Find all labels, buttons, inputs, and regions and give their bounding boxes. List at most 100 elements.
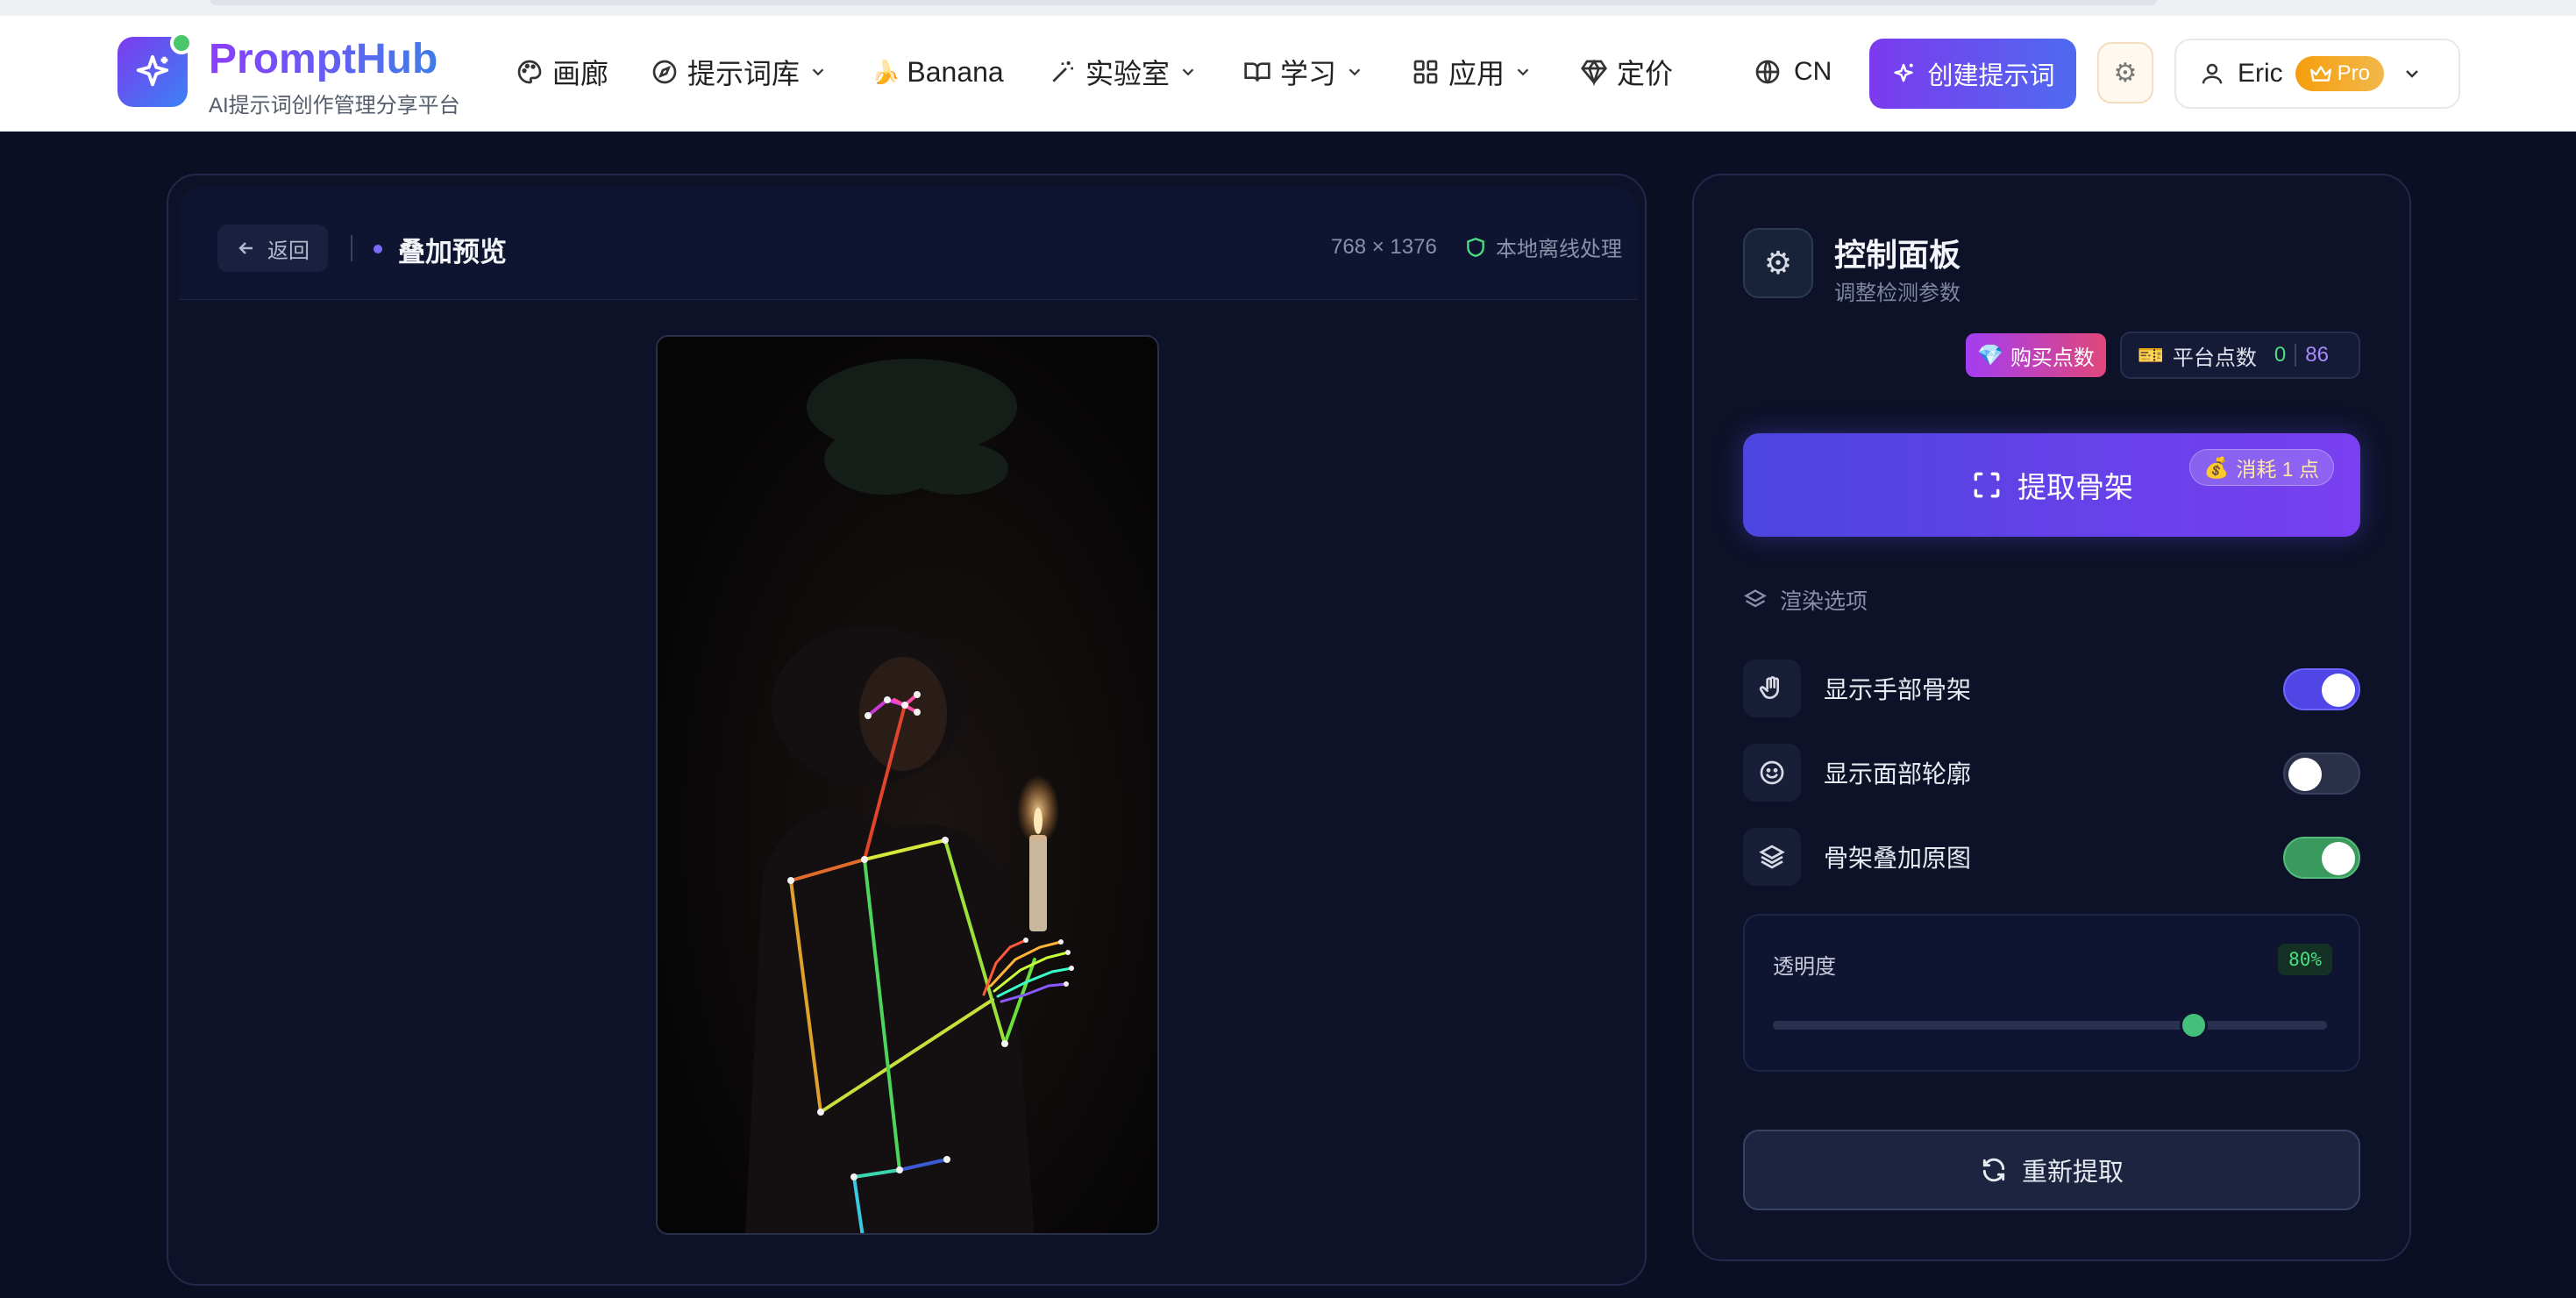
diamond-icon — [1581, 59, 1607, 86]
sparkle-icon — [1894, 63, 1914, 82]
globe-icon — [1755, 60, 1780, 84]
chevron-down-icon — [1348, 68, 1361, 76]
back-label: 返回 — [267, 239, 310, 263]
opacity-value: 80% — [2278, 944, 2332, 975]
compass-icon — [652, 60, 677, 84]
money-bag-icon: 💰 — [2203, 455, 2230, 479]
pro-label: Pro — [2337, 61, 2371, 85]
grid-icon — [1413, 60, 1438, 84]
opacity-slider-fill — [1773, 1021, 2195, 1030]
credits-value: 0 — [2274, 343, 2287, 367]
create-prompt-button[interactable]: 创建提示词 — [1869, 39, 2076, 109]
control-panel-title: 控制面板 — [1834, 237, 1961, 273]
re-extract-button[interactable]: 重新提取 — [1743, 1130, 2360, 1210]
hand-skeleton-toggle[interactable] — [2283, 668, 2360, 710]
preview-title: 叠加预览 — [398, 237, 507, 267]
nav-label: 画廊 — [552, 58, 609, 89]
magic-wand-icon — [1052, 61, 1073, 82]
opacity-slider[interactable] — [1773, 1011, 2327, 1039]
offline-badge: 本地离线处理 — [1464, 232, 1622, 262]
chevron-down-icon — [1517, 68, 1529, 76]
user-icon — [2202, 63, 2223, 84]
nav-item-banana[interactable]: 🍌 Banana — [872, 51, 1004, 93]
candle-flame-core — [1034, 808, 1042, 834]
user-menu[interactable]: Eric Pro — [2174, 39, 2460, 109]
credits-label: 平台点数 — [2172, 346, 2257, 370]
banana-icon: 🍌 — [872, 58, 900, 85]
browser-top-strip — [0, 0, 2576, 16]
nav-label: 应用 — [1448, 58, 1505, 89]
control-panel-subtitle: 调整检测参数 — [1834, 282, 1960, 305]
opacity-label: 透明度 — [1773, 955, 1836, 979]
option-hand-skeleton: 显示手部骨架 — [1743, 658, 2360, 719]
overlay-original-toggle[interactable] — [2283, 837, 2360, 879]
mistletoe — [807, 359, 1017, 495]
layers-icon — [1759, 845, 1785, 869]
smile-icon — [1760, 760, 1784, 785]
nav-item-gallery[interactable]: 画廊 — [516, 51, 608, 93]
back-button[interactable]: 返回 — [217, 225, 328, 272]
option-face-contour: 显示面部轮廓 — [1743, 742, 2360, 803]
language-label: CN — [1794, 57, 1832, 86]
control-panel: ⚙ 控制面板 调整检测参数 💎 购买点数 🎫 平台点数 0 86 提取骨架 💰 … — [1692, 174, 2411, 1261]
brand-tagline: AI提示词创作管理分享平台 — [209, 94, 460, 118]
ticket-icon: 🎫 — [2138, 343, 2164, 367]
buy-credits-label: 购买点数 — [2010, 346, 2095, 370]
language-switch[interactable]: CN — [1754, 51, 1832, 93]
extract-skeleton-button[interactable]: 提取骨架 💰 消耗 1 点 — [1743, 433, 2360, 537]
nav-label: Banana — [907, 55, 1004, 88]
gem-icon: 💎 — [1977, 343, 2003, 367]
buy-credits-button[interactable]: 💎 购买点数 — [1966, 333, 2106, 377]
pose-overlay-image — [658, 337, 1157, 1233]
preview-image-canvas[interactable] — [656, 335, 1159, 1235]
nav-item-lab[interactable]: 实验室 — [1049, 51, 1198, 93]
gear-icon: ⚙ — [2113, 58, 2138, 88]
pro-badge: Pro — [2295, 56, 2385, 91]
gear-icon: ⚙ — [1763, 245, 1793, 281]
render-options-label: 渲染选项 — [1780, 589, 1868, 614]
user-name: Eric — [2238, 59, 2283, 88]
scan-icon — [1974, 472, 2000, 498]
book-icon — [1244, 62, 1270, 82]
opacity-slider-thumb[interactable] — [2180, 1011, 2209, 1039]
extract-label: 提取骨架 — [2017, 471, 2133, 503]
refresh-icon — [1982, 1158, 2005, 1182]
palette-icon — [517, 60, 542, 84]
render-options-heading: 渲染选项 — [1743, 584, 1868, 616]
overlay-preview-panel: 返回 叠加预览 768 × 1376 本地离线处理 — [167, 174, 1647, 1286]
nav-item-prompt-library[interactable]: 提示词库 — [651, 51, 828, 93]
logo[interactable] — [117, 32, 193, 107]
face-contour-toggle[interactable] — [2283, 752, 2360, 795]
top-nav-bar: PromptHub AI提示词创作管理分享平台 画廊 提示词库 🍌 Banana… — [0, 16, 2576, 132]
chevron-down-icon — [2406, 70, 2418, 78]
nav-item-pricing[interactable]: 定价 — [1580, 51, 1673, 93]
create-prompt-label: 创建提示词 — [1927, 62, 2055, 90]
chevron-down-icon — [812, 68, 824, 76]
platform-credits: 🎫 平台点数 0 86 — [2120, 332, 2360, 379]
status-dot — [374, 245, 382, 253]
image-dimensions: 768 × 1376 — [1331, 235, 1437, 259]
credits-divider — [2295, 344, 2297, 367]
layers-icon — [1744, 589, 1767, 608]
option-overlay-original: 骨架叠加原图 — [1743, 826, 2360, 888]
chevron-down-icon — [1182, 68, 1194, 76]
preview-header: 返回 叠加预览 768 × 1376 本地离线处理 — [179, 186, 1638, 300]
nav-item-apps[interactable]: 应用 — [1412, 51, 1533, 93]
candle — [1029, 835, 1047, 931]
brand-name[interactable]: PromptHub — [209, 35, 438, 83]
option-label: 显示面部轮廓 — [1824, 760, 1972, 788]
opacity-control: 透明度 80% — [1743, 914, 2360, 1072]
divider — [351, 235, 352, 261]
nav-item-learn[interactable]: 学习 — [1243, 51, 1364, 93]
crown-icon — [2309, 66, 2331, 82]
credits-total: 86 — [2305, 343, 2329, 367]
re-extract-label: 重新提取 — [2021, 1159, 2124, 1187]
control-panel-icon: ⚙ — [1743, 228, 1813, 298]
sparkle-icon — [136, 54, 169, 87]
option-label: 骨架叠加原图 — [1824, 845, 1972, 872]
nav-label: 定价 — [1617, 58, 1674, 89]
cost-label: 消耗 1 点 — [2236, 458, 2319, 481]
option-label: 显示手部骨架 — [1824, 676, 1972, 703]
settings-button[interactable]: ⚙ — [2097, 42, 2153, 103]
nav-label: 提示词库 — [687, 58, 801, 89]
